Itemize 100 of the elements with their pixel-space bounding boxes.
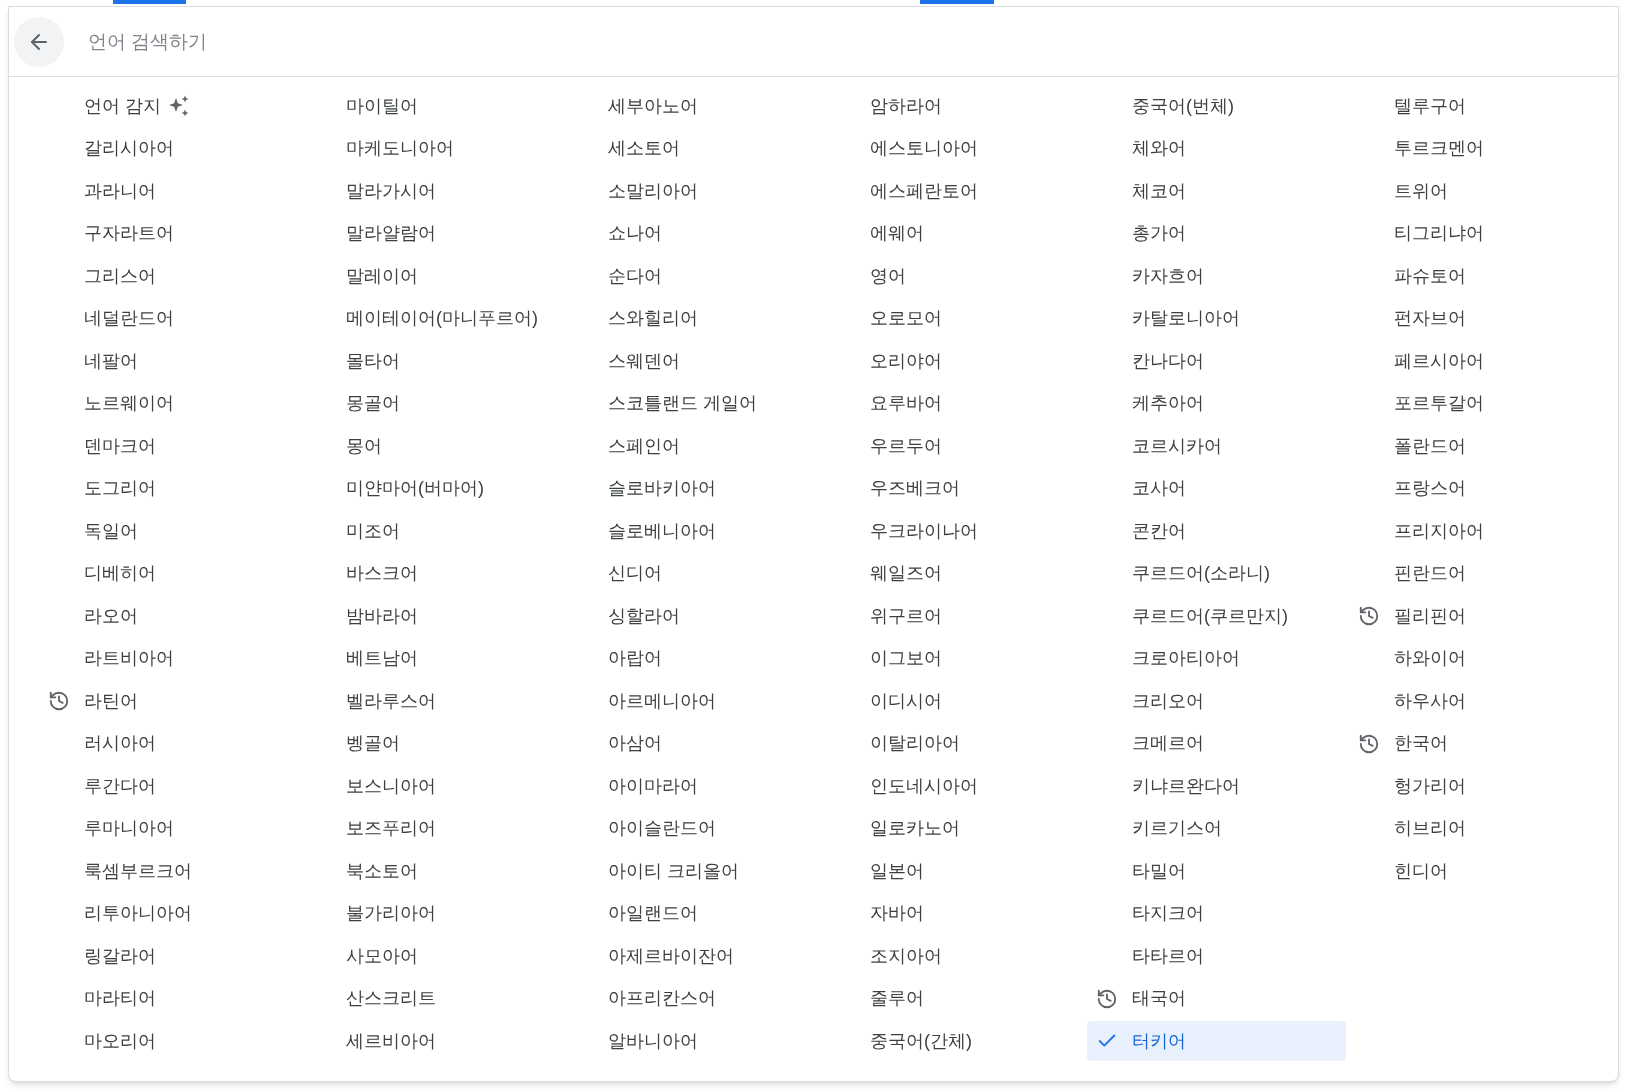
language-label: 포르투갈어 [1394, 392, 1484, 415]
language-label: 키냐르완다어 [1132, 774, 1240, 798]
language-label: 소말리아어 [608, 179, 698, 203]
language-label: 스코틀랜드 게일어 [608, 392, 757, 415]
language-label: 그리스어 [84, 264, 156, 288]
language-label: 미조어 [346, 519, 400, 543]
language-label: 타지크어 [1132, 902, 1204, 925]
language-label: 타밀어 [1132, 859, 1186, 883]
language-label: 사모아어 [346, 944, 418, 968]
language-label: 카탈로니아어 [1132, 307, 1240, 330]
language-label: 라오어 [84, 604, 138, 628]
language-label: 폴란드어 [1394, 434, 1466, 458]
language-label: 과라니어 [84, 179, 156, 203]
language-label: 필리핀어 [1394, 604, 1466, 628]
language-label: 말레이어 [346, 264, 418, 288]
language-label: 키르기스어 [1132, 817, 1222, 840]
language-label: 순다어 [608, 264, 662, 288]
language-label: 총가어 [1132, 222, 1186, 245]
language-label: 러시아어 [84, 732, 156, 755]
language-label: 태국어 [1132, 987, 1186, 1010]
language-label: 줄루어 [870, 987, 924, 1010]
language-label: 우르두어 [870, 434, 942, 458]
language-label: 터키어 [1132, 1029, 1186, 1053]
language-label: 말라가시어 [346, 179, 436, 203]
language-label: 라틴어 [84, 689, 138, 713]
language-label: 아르메니아어 [608, 689, 716, 713]
language-label: 메이테이어(마니푸르어) [346, 307, 538, 330]
language-label: 암하라어 [870, 94, 942, 118]
language-label: 힌디어 [1394, 859, 1448, 883]
language-label: 보스니아어 [346, 774, 436, 798]
language-label: 네팔어 [84, 349, 138, 373]
language-label: 코사어 [1132, 477, 1186, 500]
language-label: 투르크멘어 [1394, 137, 1484, 160]
language-label: 북소토어 [346, 859, 418, 883]
language-label: 아프리칸스어 [608, 987, 716, 1010]
language-label: 베트남어 [346, 647, 418, 670]
language-label: 중국어(번체) [1132, 94, 1234, 118]
language-label: 케추아어 [1132, 392, 1204, 415]
language-label: 파슈토어 [1394, 264, 1466, 288]
language-label: 크로아티아어 [1132, 647, 1240, 670]
language-label: 덴마크어 [84, 434, 156, 458]
language-label: 이그보어 [870, 647, 942, 670]
language-label: 타타르어 [1132, 944, 1204, 968]
language-label: 루마니아어 [84, 817, 174, 840]
language-label: 아이슬란드어 [608, 817, 716, 840]
language-label: 일로카노어 [870, 817, 960, 840]
language-label: 오로모어 [870, 307, 942, 330]
language-label: 세소토어 [608, 137, 680, 160]
language-label: 체코어 [1132, 179, 1186, 203]
language-label: 세르비아어 [346, 1029, 436, 1053]
language-label: 아이마라어 [608, 774, 698, 798]
language-label: 신디어 [608, 562, 662, 585]
language-label: 마이틸어 [346, 94, 418, 118]
language-label: 디베히어 [84, 562, 156, 585]
language-label: 오리야어 [870, 349, 942, 373]
language-label: 에스토니아어 [870, 137, 978, 160]
language-label: 트위어 [1394, 179, 1448, 203]
language-label: 한국어 [1394, 732, 1448, 755]
language-label: 하우사어 [1394, 689, 1466, 713]
language-label: 벨라루스어 [346, 689, 436, 713]
language-label: 우크라이나어 [870, 519, 978, 543]
language-item[interactable]: 터키어 [1087, 1021, 1346, 1061]
language-label: 몰타어 [346, 349, 400, 373]
language-label: 조지아어 [870, 944, 942, 968]
search-field[interactable]: 언어 검색하기 [88, 21, 1618, 62]
back-button[interactable] [14, 16, 64, 67]
language-label: 스웨덴어 [608, 349, 680, 373]
language-label: 아제르바이잔어 [608, 944, 734, 968]
language-label: 콘칸어 [1132, 519, 1186, 543]
language-label: 세부아노어 [608, 94, 698, 118]
language-label: 몽골어 [346, 392, 400, 415]
language-label: 리투아니아어 [84, 902, 192, 925]
language-label: 네덜란드어 [84, 307, 174, 330]
language-label: 마오리어 [84, 1029, 156, 1053]
language-label: 크리오어 [1132, 689, 1204, 713]
language-label: 요루바어 [870, 392, 942, 415]
language-label: 아이티 크리올어 [608, 859, 739, 883]
language-label: 언어 감지 [84, 94, 161, 118]
language-label: 코르시카어 [1132, 434, 1222, 458]
language-label: 마라티어 [84, 987, 156, 1010]
language-label: 칸나다어 [1132, 349, 1204, 373]
language-label: 루간다어 [84, 774, 156, 798]
language-label: 위구르어 [870, 604, 942, 628]
language-label: 웨일즈어 [870, 562, 942, 585]
language-label: 쿠르드어(쿠르만지) [1132, 604, 1288, 628]
language-label: 바스크어 [346, 562, 418, 585]
language-label: 도그리어 [84, 477, 156, 500]
language-label: 싱할라어 [608, 604, 680, 628]
language-label: 아일랜드어 [608, 902, 698, 925]
language-label: 보즈푸리어 [346, 817, 436, 840]
language-label: 스와힐리어 [608, 307, 698, 330]
language-label: 일본어 [870, 859, 924, 883]
language-label: 히브리어 [1394, 817, 1466, 840]
language-label: 에스페란토어 [870, 179, 978, 203]
language-label: 미얀마어(버마어) [346, 477, 484, 500]
detect-language-item[interactable]: 언어 감지 [39, 86, 298, 126]
language-label: 밤바라어 [346, 604, 418, 628]
language-label: 텔루구어 [1394, 94, 1466, 118]
language-label: 이탈리아어 [870, 732, 960, 755]
language-label: 헝가리어 [1394, 774, 1466, 798]
